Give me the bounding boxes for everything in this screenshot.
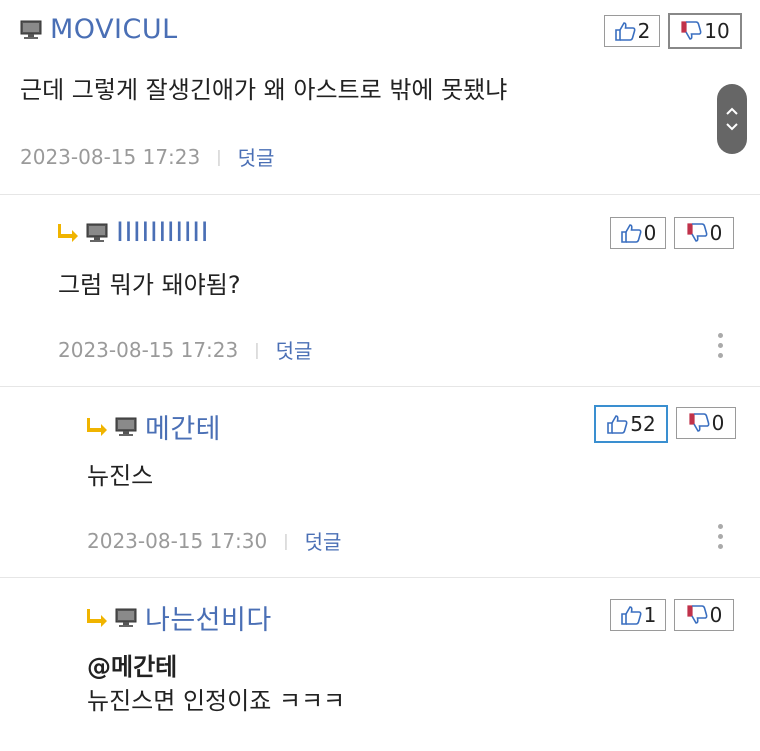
downvote-count: 0: [711, 411, 725, 435]
comment-item: 나는선비다 1 0 @메간테 뉴진스면 인정이죠 ㅋㅋㅋ: [0, 578, 760, 751]
upvote-count: 1: [643, 603, 657, 627]
computer-icon: [20, 20, 42, 40]
comment-meta: 2023-08-15 17:23 | 덧글: [58, 335, 312, 364]
downvote-count: 0: [709, 221, 723, 245]
nickname[interactable]: 메간테: [145, 407, 221, 446]
vote-buttons: 52 0: [594, 405, 736, 443]
reply-link[interactable]: 덧글: [305, 526, 342, 555]
thumbs-down-icon: [688, 413, 710, 433]
reply-arrow-icon: [87, 607, 109, 629]
reply-arrow-icon: [58, 222, 80, 244]
comment-meta: 2023-08-15 17:23 | 덧글: [20, 142, 274, 171]
upvote-button[interactable]: 2: [604, 15, 660, 47]
comment-date: 2023-08-15 17:30: [87, 528, 268, 553]
comment-date: 2023-08-15 17:23: [20, 144, 201, 169]
more-vertical-icon[interactable]: [716, 333, 724, 358]
more-vertical-icon[interactable]: [716, 524, 724, 549]
downvote-button[interactable]: 0: [674, 599, 734, 631]
upvote-count: 0: [643, 221, 657, 245]
reply-link[interactable]: 덧글: [276, 335, 313, 364]
comment-header: 나는선비다: [87, 598, 272, 637]
nickname[interactable]: 나는선비다: [145, 598, 272, 637]
thumbs-up-icon: [614, 21, 636, 41]
thumbs-down-icon: [686, 223, 708, 243]
comment-meta: 2023-08-15 17:30 | 덧글: [87, 526, 341, 555]
comment-header: IIIIIIIIIII: [58, 217, 209, 248]
comment-text: 그럼 뭐가 돼야됨?: [58, 271, 241, 299]
thumbs-up-icon: [620, 223, 642, 243]
meta-separator: |: [216, 147, 222, 166]
chevron-down-icon[interactable]: [725, 122, 739, 132]
nickname[interactable]: IIIIIIIIIII: [116, 217, 209, 248]
computer-icon: [115, 417, 137, 437]
vote-buttons: 2 10: [604, 13, 742, 49]
meta-separator: |: [283, 531, 289, 550]
comment-item: 메간테 52 0 뉴진스 2023-08-15 17:30 | 덧글: [0, 387, 760, 578]
vote-buttons: 1 0: [610, 599, 734, 631]
computer-icon: [115, 608, 137, 628]
computer-icon: [86, 223, 108, 243]
comment-text: 뉴진스: [87, 462, 154, 490]
nickname[interactable]: MOVICUL: [50, 14, 178, 45]
comment-date: 2023-08-15 17:23: [58, 337, 239, 362]
comment-text: 근데 그렇게 잘생긴애가 왜 아스트로 밖에 못됐냐: [20, 76, 508, 104]
mention-text[interactable]: @메간테: [87, 650, 177, 684]
upvote-button[interactable]: 0: [610, 217, 666, 249]
reply-link[interactable]: 덧글: [238, 142, 275, 171]
thumbs-up-icon: [606, 414, 628, 434]
upvote-count: 52: [630, 412, 656, 436]
vote-buttons: 0 0: [610, 217, 734, 249]
scroll-up-down-icon[interactable]: [717, 84, 747, 154]
comment-text: 뉴진스면 인정이죠 ㅋㅋㅋ: [87, 687, 346, 715]
upvote-count: 2: [637, 19, 651, 43]
thumbs-down-icon: [686, 605, 708, 625]
comment-item: IIIIIIIIIII 0 0 그럼 뭐가 돼야됨? 2023-08-15 17…: [0, 195, 760, 387]
comment-header: MOVICUL: [20, 14, 178, 45]
meta-separator: |: [254, 340, 260, 359]
downvote-button[interactable]: 10: [668, 13, 742, 49]
downvote-button[interactable]: 0: [674, 217, 734, 249]
thumbs-up-icon: [620, 605, 642, 625]
thumbs-down-icon: [680, 21, 702, 41]
downvote-count: 0: [709, 603, 723, 627]
upvote-button[interactable]: 52: [594, 405, 668, 443]
chevron-up-icon[interactable]: [725, 106, 739, 116]
downvote-count: 10: [704, 19, 730, 43]
reply-arrow-icon: [87, 416, 109, 438]
comment-header: 메간테: [87, 407, 221, 446]
downvote-button[interactable]: 0: [676, 407, 736, 439]
upvote-button[interactable]: 1: [610, 599, 666, 631]
comment-item: MOVICUL 2 10 근데 그렇게 잘생긴애가 왜 아스트로 밖에 못됐냐 …: [0, 0, 760, 195]
